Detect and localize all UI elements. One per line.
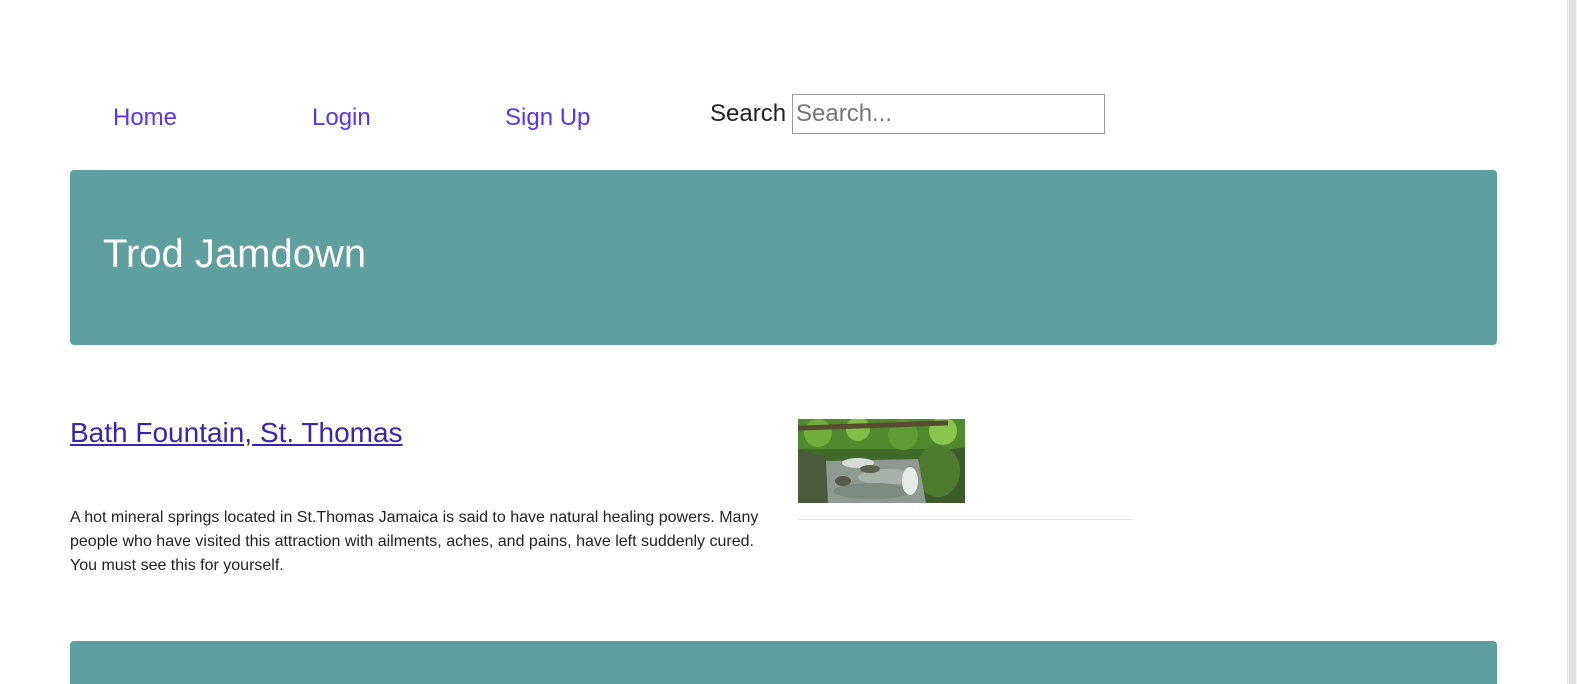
nav-home-link[interactable]: Home: [113, 104, 177, 132]
article-thumbnail-image: [798, 419, 965, 503]
top-nav: Home Login Sign Up Search: [0, 94, 1200, 138]
scrollbar-thumb[interactable]: [1569, 0, 1576, 684]
nav-login-link[interactable]: Login: [312, 104, 371, 132]
search-input[interactable]: [792, 94, 1105, 134]
next-section-banner: [70, 641, 1497, 684]
hero-banner: Trod Jamdown: [70, 170, 1497, 345]
search-label: Search: [710, 100, 787, 127]
waterfall-stream-photo[interactable]: [798, 419, 965, 503]
article-title-link[interactable]: Bath Fountain, St. Thomas: [70, 417, 403, 449]
page: Home Login Sign Up Search Trod Jamdown B…: [0, 0, 1577, 684]
article-description: A hot mineral springs located in St.Thom…: [70, 509, 759, 574]
page-title: Trod Jamdown: [103, 232, 367, 276]
vertical-scrollbar[interactable]: [1567, 0, 1577, 684]
divider: [798, 519, 1134, 520]
nav-signup-link[interactable]: Sign Up: [505, 104, 590, 132]
